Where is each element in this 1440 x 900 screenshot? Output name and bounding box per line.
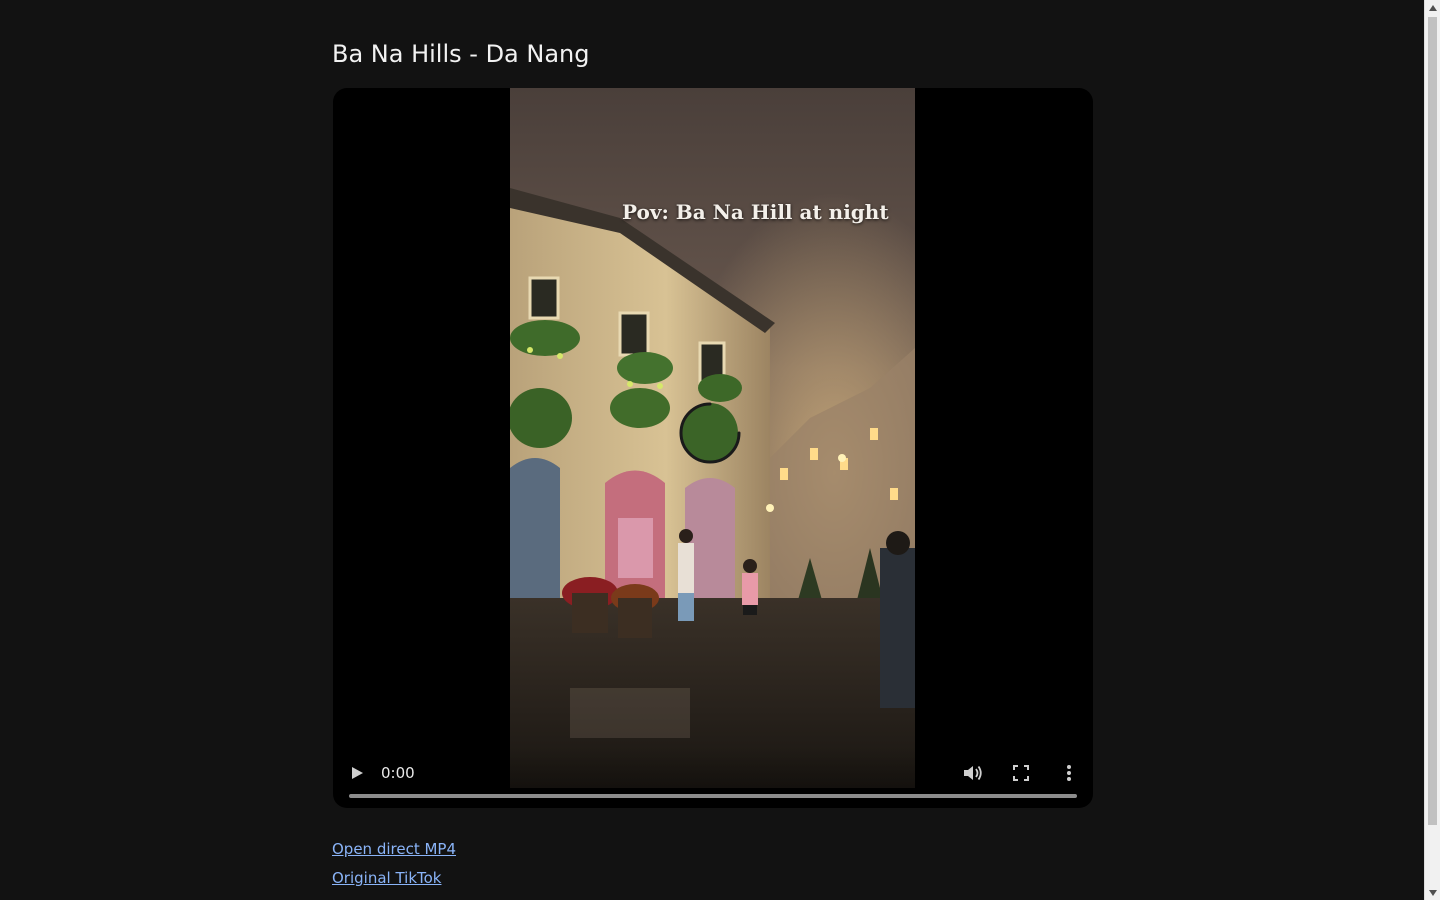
play-icon: [352, 767, 363, 779]
vertical-scrollbar[interactable]: [1424, 0, 1440, 900]
video-frame[interactable]: Pov: Ba Na Hill at night: [510, 88, 915, 788]
play-button[interactable]: [343, 759, 371, 787]
mute-button[interactable]: [959, 759, 987, 787]
volume-icon: [964, 765, 982, 781]
more-options-icon: [1067, 765, 1071, 781]
links-section: Open direct MP4 Original TikTok: [332, 835, 456, 893]
more-options-button[interactable]: [1055, 759, 1083, 787]
current-time: 0:00: [381, 764, 415, 782]
scroll-down-arrow-icon[interactable]: [1425, 885, 1440, 900]
page-title: Ba Na Hills - Da Nang: [332, 40, 590, 68]
open-direct-mp4-link[interactable]: Open direct MP4: [332, 835, 456, 864]
video-caption: Pov: Ba Na Hill at night: [622, 200, 889, 224]
video-player[interactable]: Pov: Ba Na Hill at night 0:00: [333, 88, 1093, 808]
fullscreen-button[interactable]: [1007, 759, 1035, 787]
progress-bar[interactable]: [349, 794, 1077, 798]
video-controls: 0:00: [333, 748, 1093, 808]
scrollbar-thumb[interactable]: [1428, 17, 1437, 825]
loading-spinner-icon: [679, 402, 741, 464]
scroll-up-arrow-icon[interactable]: [1425, 0, 1440, 15]
original-tiktok-link[interactable]: Original TikTok: [332, 864, 456, 893]
fullscreen-icon: [1013, 765, 1029, 781]
